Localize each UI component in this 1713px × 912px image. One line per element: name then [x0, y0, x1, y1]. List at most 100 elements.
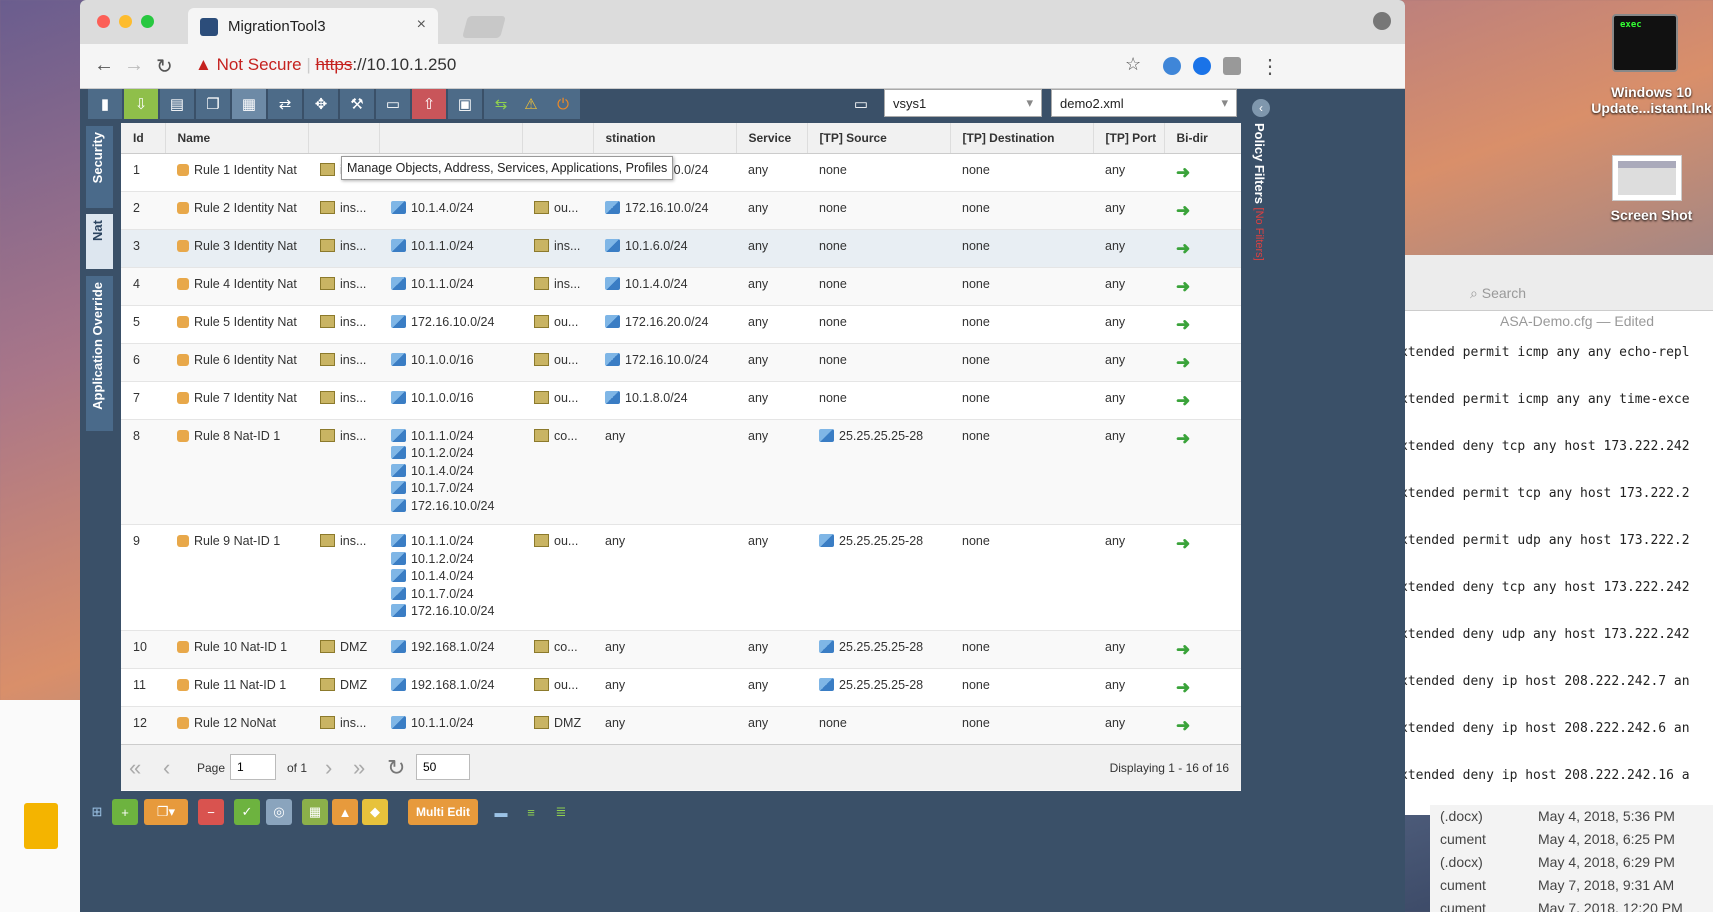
collapse-panel-icon[interactable]: ‹	[1252, 99, 1270, 117]
editor-search[interactable]: ⌕ Search	[1470, 285, 1526, 302]
clone-rule-icon[interactable]: ❐▾	[144, 799, 188, 825]
nat-rule-row[interactable]: 11 Rule 11 Nat-ID 1 DMZ 192.168.1.0/24 ou...…	[121, 668, 1241, 707]
url-field[interactable]: ▲ Not Secure | https://10.10.1.250	[195, 55, 456, 75]
tp-destination: none	[950, 668, 1093, 707]
nat-rule-row[interactable]: 7 Rule 7 Identity Nat ins... 10.1.0.0/16 ou.…	[121, 381, 1241, 420]
import-icon[interactable]: ⇩	[124, 89, 158, 119]
network-icon[interactable]: ⇄	[268, 89, 302, 119]
nat-rule-row[interactable]: 5 Rule 5 Identity Nat ins... 172.16.10.0/24…	[121, 305, 1241, 344]
nat-rule-row[interactable]: 1Rule 1 Identity Natins...10.1.1.0/24ou.…	[121, 153, 1241, 192]
finder-row[interactable]: cument May 7, 2018, 9:31 AM	[1430, 874, 1713, 897]
add-rule-icon[interactable]: +	[112, 799, 138, 825]
nat-rule-row[interactable]: 9 Rule 9 Nat-ID 1 ins... 10.1.1.0/24 10.1.2.…	[121, 524, 1241, 631]
editor-content[interactable]: xtended permit icmp any any echo-repl xte…	[1400, 345, 1690, 815]
close-window-icon[interactable]	[97, 15, 110, 28]
windows-update-label[interactable]: Windows 10 Update...istant.lnk	[1590, 84, 1713, 116]
forward-icon[interactable]: →	[124, 54, 144, 77]
disable-rule-icon[interactable]: ◎	[266, 799, 292, 825]
page-input[interactable]	[230, 754, 276, 780]
first-page-icon[interactable]: «	[129, 755, 141, 781]
extension-icon[interactable]	[1223, 57, 1241, 75]
tab-nat[interactable]: Nat	[86, 214, 113, 269]
multi-edit-button[interactable]: Multi Edit	[408, 799, 478, 825]
maximize-window-icon[interactable]	[141, 15, 154, 28]
export-icon[interactable]: ⇧	[412, 89, 446, 119]
finder-row[interactable]: cument May 7, 2018, 12:20 PM	[1430, 897, 1713, 912]
policy-filters-panel[interactable]: ‹ Policy Filters [No Filters]	[1252, 99, 1274, 261]
next-page-icon[interactable]: ›	[325, 755, 332, 781]
nat-rule-row[interactable]: 8 Rule 8 Nat-ID 1 ins... 10.1.1.0/24 10.1.2.…	[121, 419, 1241, 525]
zone-icon	[534, 715, 549, 729]
screenshot-label[interactable]: Screen Shot	[1590, 207, 1713, 223]
source-zone: DMZ	[308, 630, 379, 669]
back-icon[interactable]: ←	[94, 54, 114, 77]
refresh-grid-icon[interactable]: ↻	[387, 755, 405, 781]
column-header[interactable]: [TP] Destination	[950, 123, 1094, 154]
bookmark-star-icon[interactable]: ☆	[1125, 54, 1141, 75]
zone-icon[interactable]: ▦	[302, 799, 328, 825]
enable-rule-icon[interactable]: ✓	[234, 799, 260, 825]
objects-icon[interactable]: ▦	[232, 89, 266, 119]
tp-source: none	[807, 305, 950, 344]
column-header[interactable]: Id	[121, 123, 166, 154]
tag-icon[interactable]: ◆	[362, 799, 388, 825]
copy-icon[interactable]: ❐	[196, 89, 230, 119]
column-header[interactable]: Name	[165, 123, 309, 154]
minimize-window-icon[interactable]	[119, 15, 132, 28]
prev-page-icon[interactable]: ‹	[163, 755, 170, 781]
exec-file-icon[interactable]: exec	[1612, 14, 1678, 72]
tab-close-icon[interactable]: ×	[417, 16, 426, 34]
column-header[interactable]: stination	[593, 123, 737, 154]
tab-application-override[interactable]: Application Override	[86, 276, 113, 431]
new-tab-button[interactable]	[462, 16, 506, 38]
nat-rule-row[interactable]: 10 Rule 10 Nat-ID 1 DMZ 192.168.1.0/24 co...…	[121, 630, 1241, 669]
power-icon[interactable]: ⏻	[546, 89, 580, 119]
projects-icon[interactable]: ▤	[160, 89, 194, 119]
dashboard-icon[interactable]: ▮	[88, 89, 122, 119]
tab-security[interactable]: Security	[86, 126, 113, 208]
column-header[interactable]: Bi-dir	[1164, 123, 1241, 154]
network-object-icon	[605, 276, 620, 290]
group-icon[interactable]: ≡	[518, 799, 544, 825]
destination-address: any	[593, 419, 736, 525]
column-header[interactable]: [TP] Source	[807, 123, 951, 154]
device-icon[interactable]: ▭	[376, 89, 410, 119]
lock-icon[interactable]: ▲	[332, 799, 358, 825]
network-object-icon	[391, 428, 406, 442]
screenshot-file-icon[interactable]	[1612, 155, 1682, 201]
ungroup-icon[interactable]: ≣	[548, 799, 574, 825]
column-header[interactable]	[379, 123, 523, 154]
vsys-select[interactable]: vsys1	[884, 89, 1042, 117]
reload-icon[interactable]: ↻	[156, 54, 173, 79]
last-page-icon[interactable]: »	[353, 755, 365, 781]
config-file-select[interactable]: demo2.xml	[1051, 89, 1237, 117]
menu-kebab-icon[interactable]: ⋮	[1260, 54, 1280, 79]
page-size-input[interactable]	[416, 754, 470, 780]
bidir-arrow-icon: ➜	[1176, 639, 1191, 659]
nat-rule-row[interactable]: 12 Rule 12 NoNat ins... 10.1.1.0/24 DMZ any an…	[121, 706, 1241, 745]
nat-rule-row[interactable]: 2 Rule 2 Identity Nat ins... 10.1.4.0/24 ou.…	[121, 191, 1241, 230]
move-icon[interactable]: ▬	[488, 799, 514, 825]
extension-icon[interactable]	[1163, 57, 1181, 75]
finder-row[interactable]: (.docx) May 4, 2018, 5:36 PM	[1430, 805, 1713, 828]
refresh-icon[interactable]: ⇆	[484, 89, 518, 119]
column-header[interactable]	[308, 123, 380, 154]
browser-tab[interactable]: MigrationTool3 ×	[188, 8, 438, 44]
finder-row[interactable]: cument May 4, 2018, 6:25 PM	[1430, 828, 1713, 851]
destination-address: 10.1.6.0/24	[593, 229, 736, 268]
expand-icon[interactable]: ⊞	[88, 799, 106, 825]
finder-row[interactable]: (.docx) May 4, 2018, 6:29 PM	[1430, 851, 1713, 874]
extension-icon[interactable]	[1193, 57, 1211, 75]
column-header[interactable]: [TP] Port	[1093, 123, 1165, 154]
profile-icon[interactable]	[1373, 12, 1391, 30]
nat-rule-row[interactable]: 4 Rule 4 Identity Nat ins... 10.1.1.0/24 ins…	[121, 267, 1241, 306]
nat-rule-row[interactable]: 6 Rule 6 Identity Nat ins... 10.1.0.0/16 ou.…	[121, 343, 1241, 382]
save-icon[interactable]: ▣	[448, 89, 482, 119]
nat-rule-row[interactable]: 3 Rule 3 Identity Nat ins... 10.1.1.0/24 ins…	[121, 229, 1241, 268]
settings-icon[interactable]: ✥	[304, 89, 338, 119]
column-header[interactable]: Service	[736, 123, 808, 154]
delete-rule-icon[interactable]: −	[198, 799, 224, 825]
tools-icon[interactable]: ⚒	[340, 89, 374, 119]
warning-icon[interactable]: ⚠	[514, 89, 548, 119]
column-header[interactable]	[522, 123, 594, 154]
